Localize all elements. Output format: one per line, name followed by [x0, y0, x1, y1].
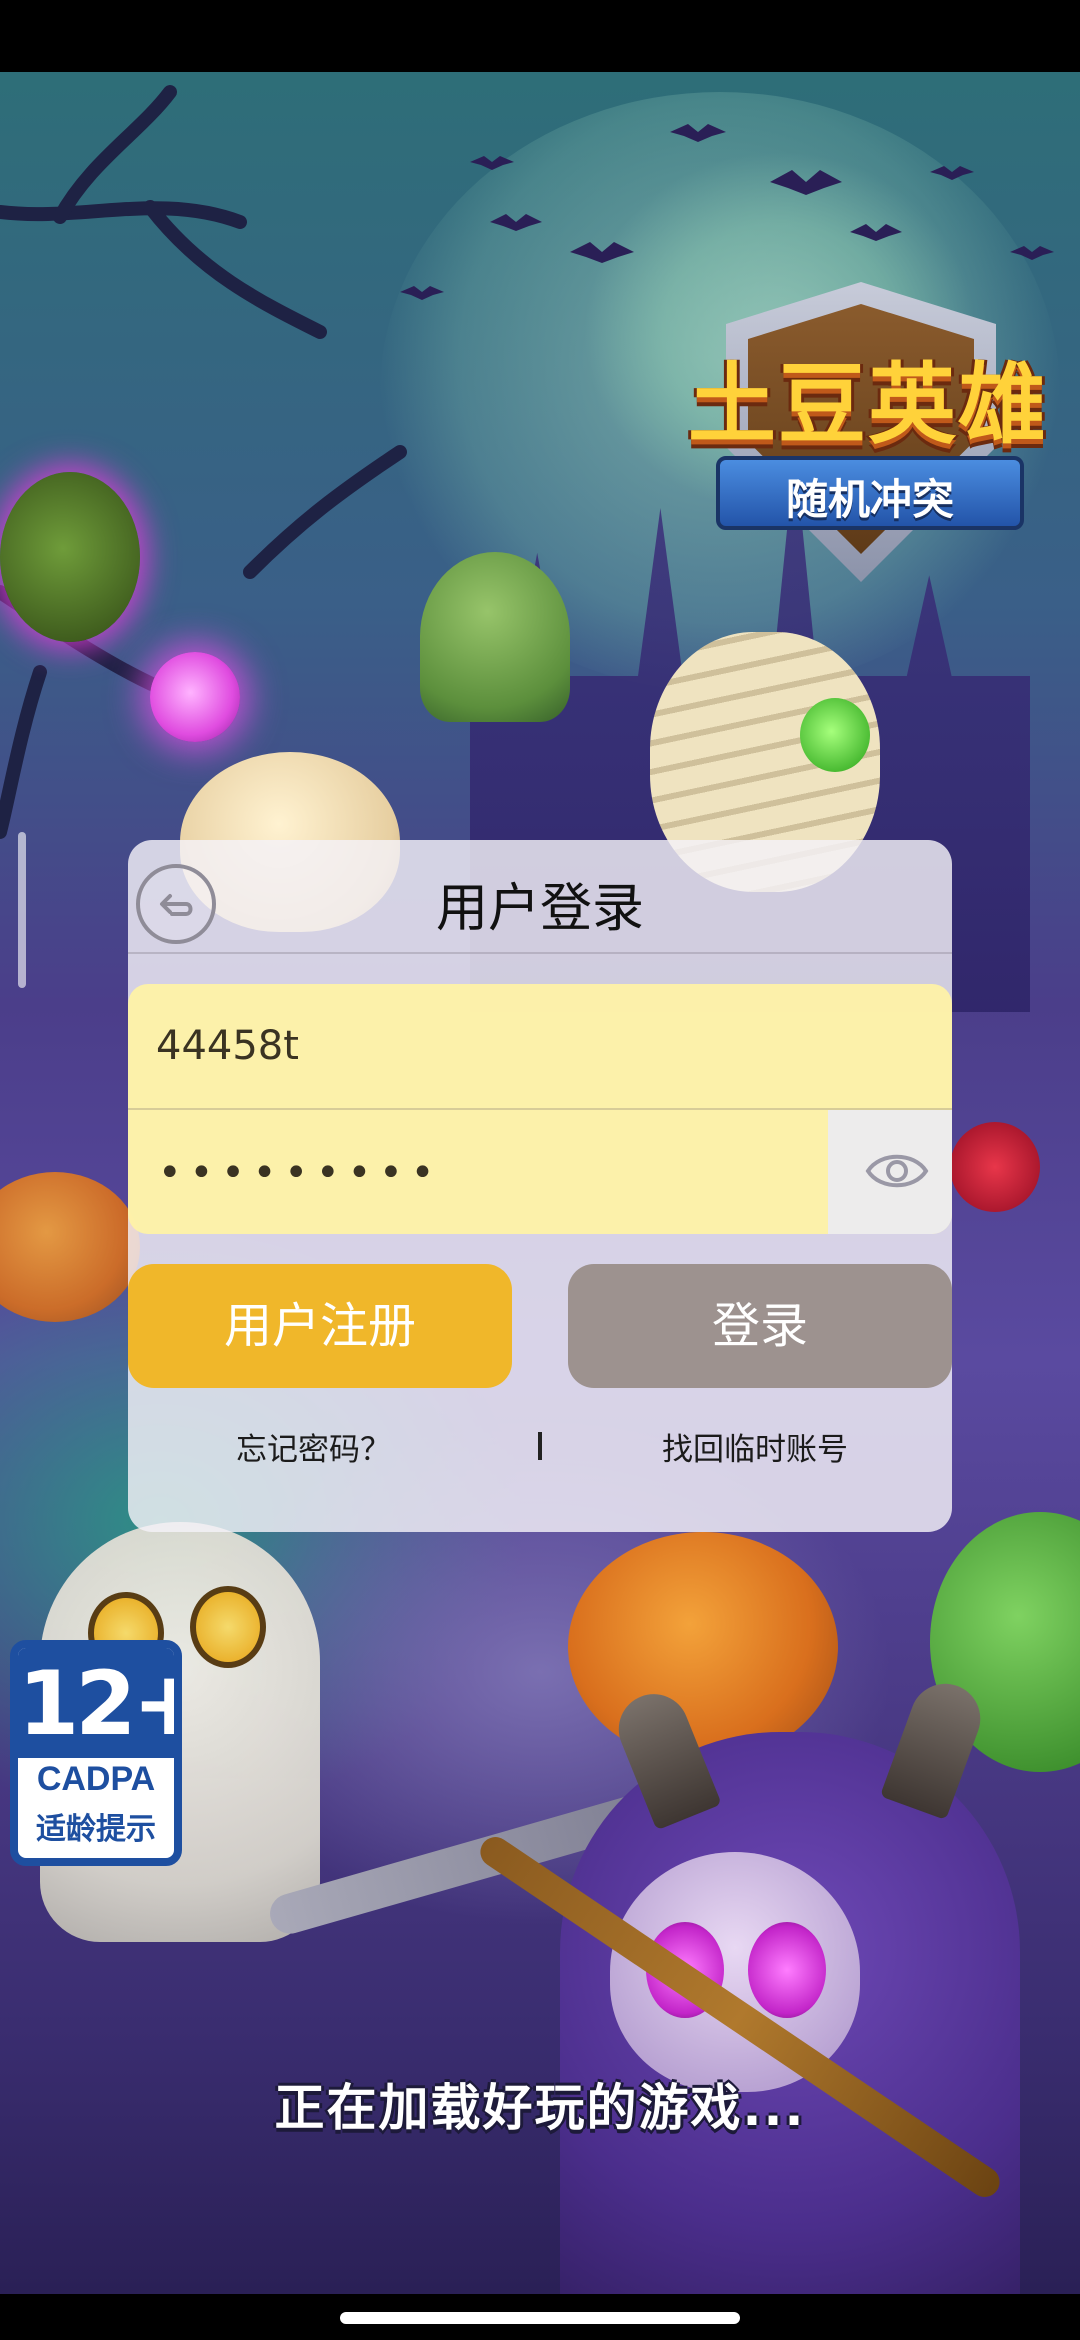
- age-rating-number: 12+: [18, 1652, 174, 1755]
- loading-text: 正在加载好玩的游戏...: [274, 2079, 806, 2137]
- game-screen: 土豆英雄 随机冲突 用户登录 •••••••••: [0, 0, 1080, 2340]
- status-bar: [0, 0, 1080, 72]
- header-divider: [128, 952, 952, 954]
- glowing-eye: [748, 1922, 826, 2018]
- dialog-title: 用户登录: [435, 879, 644, 939]
- age-badge-header: 12+: [18, 1648, 174, 1758]
- dialog-header: 用户登录: [128, 840, 952, 952]
- username-row: [128, 984, 952, 1108]
- edge-drawer-handle[interactable]: [18, 832, 26, 988]
- login-dialog: 用户登录 ••••••••• 用户注册 登录 忘记密码？ 找回临时账号: [128, 840, 952, 1532]
- login-button[interactable]: 登录: [568, 1264, 952, 1388]
- logo-title: 土豆英雄: [687, 353, 1048, 456]
- ghost-eye: [190, 1586, 266, 1668]
- mummy-eye-illustration: [800, 698, 870, 772]
- pumpkin-illustration: [0, 1172, 140, 1322]
- pumpkin-illustration: [568, 1532, 838, 1762]
- slime-monster-illustration: [0, 472, 140, 642]
- age-rating-note: 适龄提示: [36, 1812, 156, 1847]
- link-separator: [538, 1432, 542, 1460]
- recover-temp-account-link[interactable]: 找回临时账号: [662, 1420, 848, 1480]
- game-logo: 土豆英雄 随机冲突: [658, 270, 1078, 600]
- magic-orb-illustration: [150, 652, 240, 742]
- forgot-password-link[interactable]: 忘记密码？: [236, 1420, 391, 1480]
- age-rating-badge: 12+ CADPA 适龄提示: [10, 1640, 182, 1866]
- password-field[interactable]: •••••••••: [158, 1150, 442, 1196]
- link-row: 忘记密码？ 找回临时账号: [128, 1420, 952, 1480]
- logo-ribbon: 随机冲突: [716, 456, 1024, 530]
- rose-illustration: [950, 1122, 1040, 1212]
- credentials-input-group: •••••••••: [128, 984, 952, 1234]
- register-button[interactable]: 用户注册: [128, 1264, 512, 1388]
- username-field[interactable]: [156, 984, 836, 1108]
- eye-icon[interactable]: [864, 1146, 930, 1196]
- bell-creature-illustration: [420, 552, 570, 722]
- logo-subtitle: 随机冲突: [785, 475, 954, 524]
- home-indicator[interactable]: [340, 2312, 740, 2324]
- age-rating-org: CADPA: [36, 1760, 156, 1798]
